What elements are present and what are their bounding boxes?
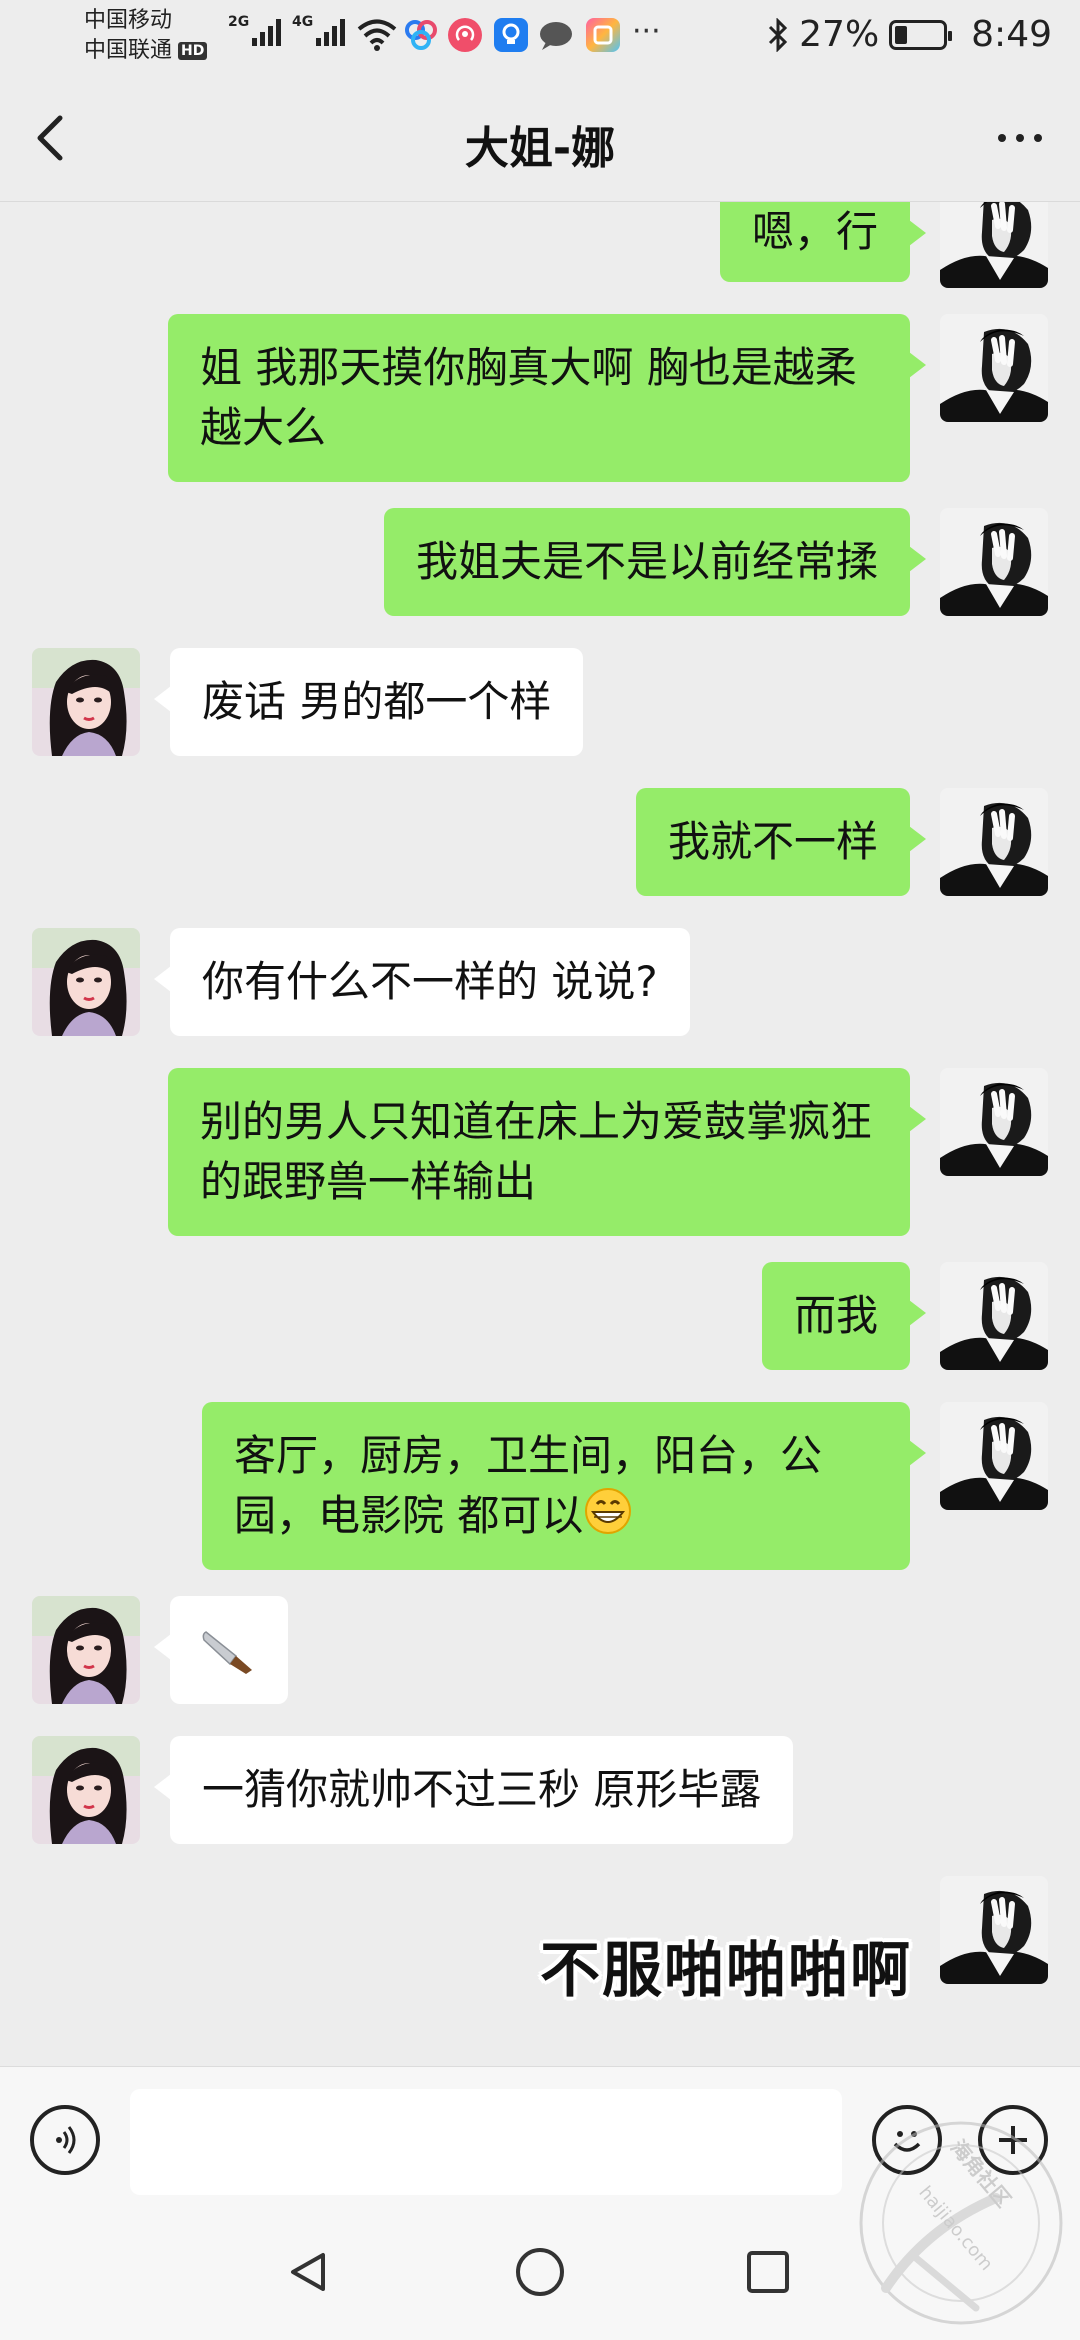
message-text: 客厅，厨房，卫生间，阳台，公园，电影院 都可以	[234, 1431, 823, 1540]
nav-home-button[interactable]	[508, 2240, 572, 2304]
carrier-1: 中国移动	[84, 8, 173, 33]
contact-avatar[interactable]	[32, 928, 140, 1036]
battery-icon	[889, 19, 953, 50]
status-bar: 中国移动 中国联通 HD 2G 4G ··· 27% 8:49	[0, 0, 1080, 74]
nav-recents-button[interactable]	[736, 2240, 800, 2304]
sent-message-bubble[interactable]: 姐 我那天摸你胸真大啊 胸也是越柔越大么	[168, 314, 926, 482]
voice-icon	[56, 2126, 76, 2154]
sent-message-bubble[interactable]: 我姐夫是不是以前经常揉	[383, 508, 927, 616]
network-type-1: 2G	[228, 14, 250, 30]
chat-title: 大姐-娜	[464, 123, 616, 174]
sent-message-bubble[interactable]: 别的男人只知道在床上为爱鼓掌疯狂的跟野兽一样输出	[168, 1068, 926, 1236]
chat-header: 大姐-娜	[0, 74, 1080, 202]
toolbox-app-icon	[586, 18, 620, 52]
kitchen-knife-icon	[202, 1631, 252, 1674]
more-options-button[interactable]	[990, 126, 1050, 150]
triangle-back-icon	[291, 2253, 325, 2291]
network-type-2: 4G	[292, 14, 314, 30]
my-avatar[interactable]	[940, 1262, 1048, 1370]
sticker-message[interactable]: 不服啪啪啪啊	[540, 1922, 912, 2009]
more-notifications-icon: ···	[632, 14, 661, 49]
bluetooth-icon	[769, 17, 788, 52]
more-dot-icon	[998, 134, 1006, 142]
sent-message-bubble[interactable]: 客厅，厨房，卫生间，阳台，公园，电影院 都可以	[202, 1402, 926, 1570]
emoji-button[interactable]	[872, 2105, 942, 2175]
my-avatar[interactable]	[940, 202, 1048, 288]
status-right: 27% 8:49	[767, 14, 1052, 55]
voice-input-button[interactable]	[30, 2105, 100, 2175]
navigation-bar	[0, 2206, 1080, 2340]
battery-level	[895, 25, 908, 44]
my-avatar[interactable]	[940, 1876, 1048, 1984]
more-functions-button[interactable]	[978, 2105, 1048, 2175]
my-avatar[interactable]	[940, 788, 1048, 896]
grinning-face-icon	[585, 1488, 632, 1534]
bulb-app-icon	[494, 18, 528, 52]
contact-avatar[interactable]	[32, 1736, 140, 1844]
received-message-bubble[interactable]: 废话 男的都一个样	[153, 648, 584, 756]
clock: 8:49	[971, 14, 1052, 55]
sent-message-bubble[interactable]: 嗯，行	[719, 202, 927, 282]
my-avatar[interactable]	[940, 1402, 1048, 1510]
received-message-bubble[interactable]: 你有什么不一样的 说说?	[154, 928, 690, 1036]
hd-badge: HD	[178, 42, 208, 60]
message-input[interactable]	[130, 2089, 842, 2195]
my-avatar[interactable]	[940, 314, 1048, 422]
my-avatar[interactable]	[940, 1068, 1048, 1176]
more-dot-icon	[1034, 134, 1042, 142]
square-recents-icon	[747, 2251, 789, 2293]
received-message-bubble[interactable]	[154, 1596, 288, 1704]
input-bar	[0, 2066, 1080, 2206]
received-message-bubble[interactable]: 一猜你就帅不过三秒 原形毕露	[153, 1736, 794, 1844]
plus-icon	[999, 2126, 1027, 2154]
podcast-app-icon	[448, 18, 482, 52]
chat-message-list[interactable]: 嗯，行 姐 我那天摸你胸真大啊 胸也是越柔越大么 我姐夫是不是以前经常揉 废话 …	[0, 202, 1080, 2066]
nav-back-button[interactable]	[276, 2240, 340, 2304]
battery-percent: 27%	[799, 14, 880, 55]
my-avatar[interactable]	[940, 508, 1048, 616]
signal-2-icon: 4G	[292, 14, 346, 46]
smiley-icon	[893, 2131, 921, 2152]
cloud-app-icon	[404, 18, 438, 52]
sent-message-bubble[interactable]: 而我	[761, 1262, 927, 1370]
message-icon	[540, 22, 572, 50]
more-dot-icon	[1016, 134, 1024, 142]
contact-avatar[interactable]	[32, 648, 140, 756]
carrier-2: 中国联通	[84, 38, 173, 63]
signal-1-icon: 2G	[228, 14, 282, 46]
contact-avatar[interactable]	[32, 1596, 140, 1704]
circle-home-icon	[516, 2248, 564, 2296]
sent-message-bubble[interactable]: 我就不一样	[635, 788, 927, 896]
wifi-icon	[357, 19, 397, 51]
carrier-info: 中国移动 中国联通 HD	[84, 6, 208, 66]
